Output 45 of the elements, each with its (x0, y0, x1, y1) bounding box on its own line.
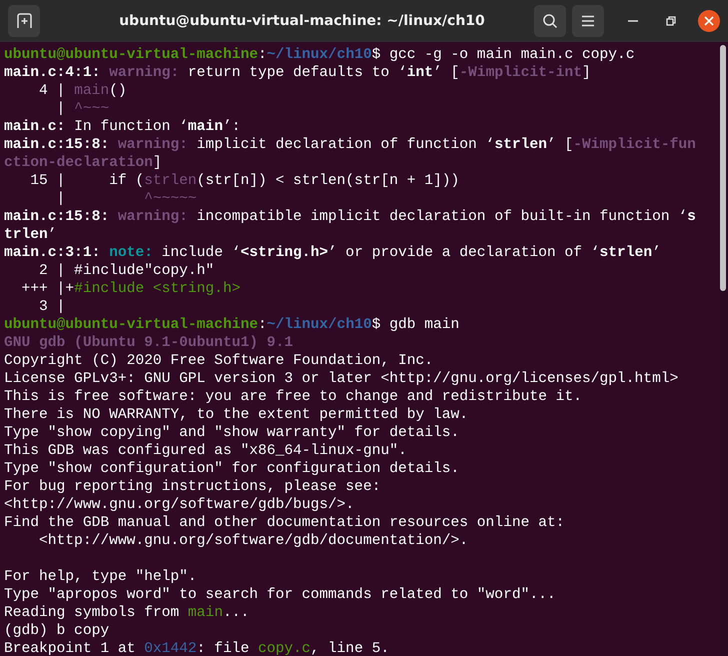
scrollbar-thumb[interactable] (720, 45, 726, 291)
menu-button[interactable] (572, 5, 604, 37)
terminal-line: +++ |+#include <string.h> (20, 280, 240, 298)
terminal-line: 2 | #include"copy.h" (38, 262, 214, 280)
minimize-icon (628, 20, 638, 22)
terminal-line: 15 | if (strlen(str[n]) < strlen(str[n + 1])) (29, 172, 460, 190)
terminal-line: For help, type "help". (4, 568, 197, 586)
terminal-line: trlen’ (4, 226, 57, 244)
window-title: ubuntu@ubuntu-virtual-machine: ~/linux/ch10 (118, 13, 486, 29)
terminal-line: License GPLv3+: GNU GPL version 3 or later <http://gnu.org/licenses/gpl.html> (4, 370, 678, 388)
terminal-line: Type "show copying" and "show warranty" for details. (4, 424, 460, 442)
restore-icon (666, 16, 676, 26)
terminal-line: ction-declaration] (4, 154, 162, 172)
terminal-line: <http://www.gnu.org/software/gdb/bugs/>. (4, 496, 354, 514)
terminal-line: ubuntu@ubuntu-virtual-machine:~/linux/ch10$ gdb main (4, 316, 460, 334)
terminal-line: <http://www.gnu.org/software/gdb/documentation/>. (38, 532, 468, 550)
terminal-line: 4 | main() (38, 82, 127, 100)
terminal-line: This GDB was configured as "x86_64-linux-gnu". (4, 442, 407, 460)
terminal-line: Copyright (C) 2020 Free Software Foundation, Inc. (4, 352, 434, 370)
terminal-line: | ^~~~~~ (56, 190, 197, 208)
terminal-line: There is NO WARRANTY, to the extent permitted by law. (4, 406, 468, 424)
terminal-line: (gdb) b copy (4, 622, 110, 640)
terminal-line: This is free software: you are free to change and redistribute it. (4, 388, 582, 406)
terminal-line: main.c: In function ‘main’: (4, 118, 240, 136)
terminal-line: Reading symbols from main... (4, 604, 250, 622)
terminal-line: main.c:15:8: warning: incompatible implicit declaration of built-in function ‘s (4, 208, 696, 226)
terminal-line: main.c:3:1: note: include ‘<string.h>’ or provide a declaration of ‘strlen’ (4, 244, 661, 262)
search-icon (542, 13, 558, 29)
search-button[interactable] (534, 5, 566, 37)
terminal-line: Type "apropos word" to search for commands related to "word"... (4, 586, 556, 604)
new-tab-icon (16, 13, 32, 29)
terminal-line: 3 | (38, 298, 66, 316)
terminal-line: GNU gdb (Ubuntu 9.1-0ubuntu1) 9.1 (4, 334, 294, 352)
close-icon (704, 16, 714, 26)
terminal-line: Find the GDB manual and other documentation resources online at: (4, 514, 564, 532)
terminal-line: Breakpoint 1 at 0x1442: file copy.c, line 5. (4, 640, 390, 656)
menu-icon (581, 15, 595, 27)
terminal-line: main.c:4:1: warning: return type defaults to ‘int’ [-Wimplicit-int] (4, 64, 591, 82)
close-button[interactable] (698, 10, 720, 32)
terminal-line: Type "show configuration" for configuration details. (4, 460, 460, 478)
terminal-line: ubuntu@ubuntu-virtual-machine:~/linux/ch10$ gcc -g -o main main.c copy.c (4, 46, 635, 64)
terminal-line: | ^~~~ (56, 100, 110, 118)
terminal-line: For bug reporting instructions, please see: (4, 478, 381, 496)
terminal-line: main.c:15:8: warning: implicit declaration of function ‘strlen’ [-Wimplicit-fun (4, 136, 696, 154)
new-tab-button[interactable] (8, 5, 40, 37)
